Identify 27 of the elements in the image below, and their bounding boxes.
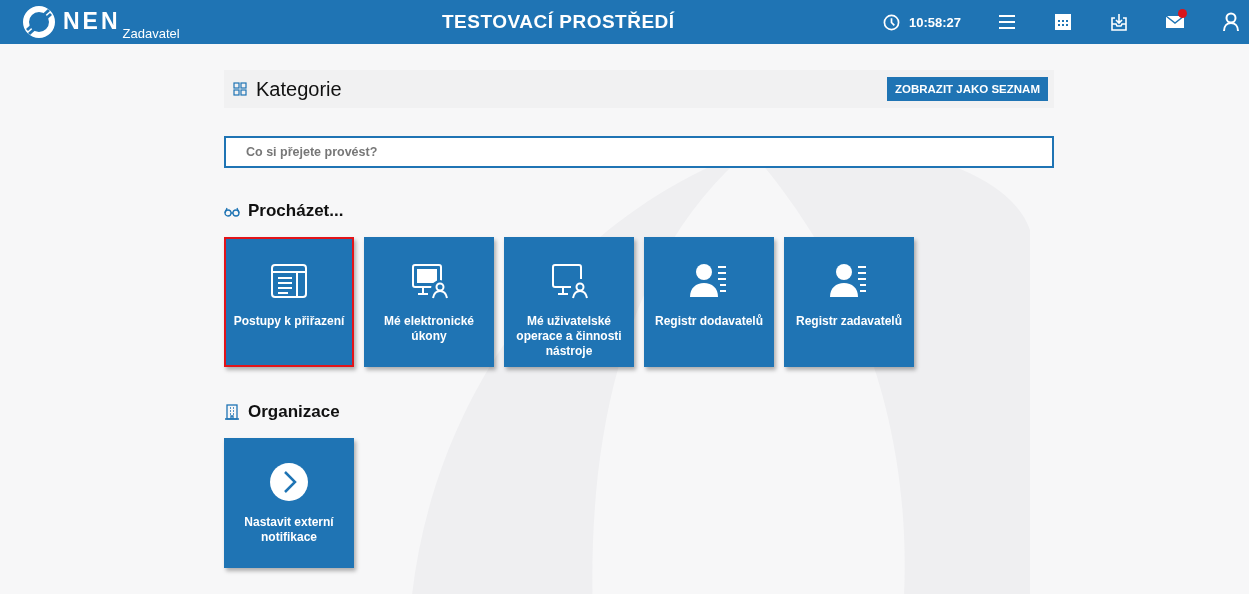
monitor-user-icon — [549, 261, 589, 301]
document-icon — [269, 261, 309, 301]
category-tile[interactable]: Postupy k přiřazení — [224, 237, 354, 367]
building-icon — [224, 404, 240, 420]
category-tile[interactable]: Registr zadavatelů — [784, 237, 914, 367]
environment-title: TESTOVACÍ PROSTŘEDÍ — [442, 11, 675, 33]
category-tile[interactable]: Mé elektronické úkony — [364, 237, 494, 367]
monitor-user-icon — [409, 261, 449, 301]
clock-icon — [882, 13, 900, 31]
section-title: Procházet... — [248, 201, 344, 221]
brand-name: NEN — [63, 8, 121, 35]
menu-icon[interactable] — [997, 12, 1017, 32]
calendar-icon[interactable] — [1053, 12, 1073, 32]
category-tile[interactable]: Registr dodavatelů — [644, 237, 774, 367]
brand-subtitle: Zadavatel — [122, 26, 180, 41]
section-title: Organizace — [248, 402, 340, 422]
page-title: Kategorie — [256, 77, 342, 101]
user-icon[interactable] — [1221, 12, 1241, 32]
grid-icon — [233, 82, 247, 96]
chevron-circle-icon — [269, 462, 309, 502]
inbox-icon[interactable] — [1109, 12, 1129, 32]
logo-icon — [22, 5, 56, 39]
category-tile[interactable]: Nastavit externí notifikace — [224, 438, 354, 568]
list-view-button[interactable]: ZOBRAZIT JAKO SEZNAM — [886, 77, 1048, 101]
category-tile[interactable]: Mé uživatelské operace a činnosti nástroje — [504, 237, 634, 367]
search-field[interactable]: Co si přejete provést? — [224, 136, 1054, 168]
clock-time: 10:58:27 — [908, 14, 961, 30]
